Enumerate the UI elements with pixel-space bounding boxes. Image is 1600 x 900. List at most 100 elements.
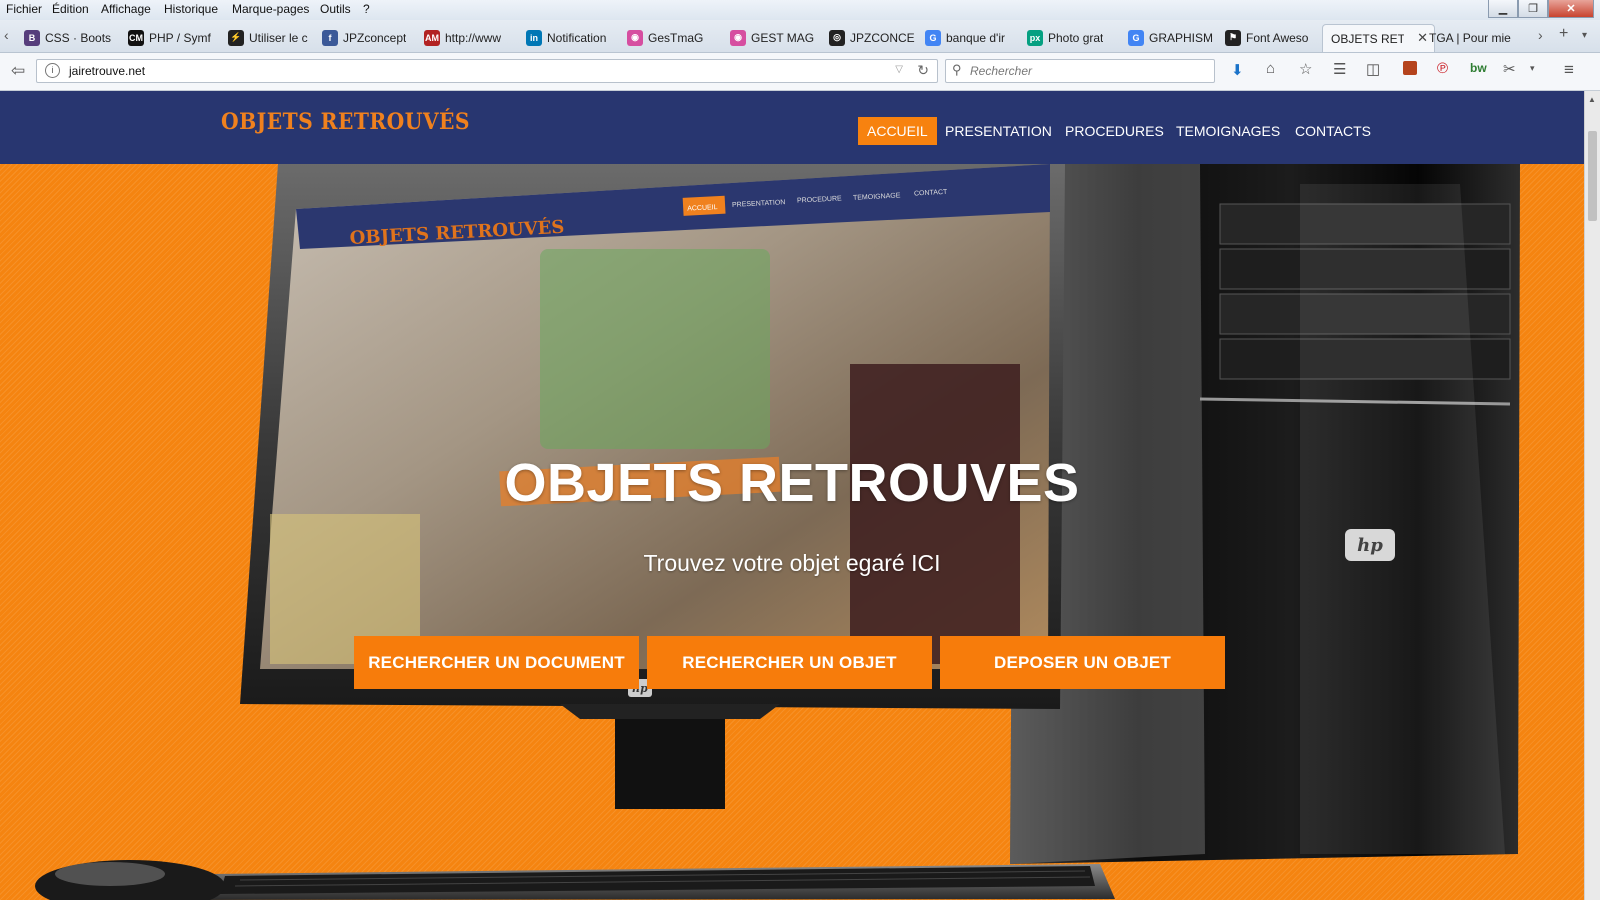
browser-tab[interactable]: f JPZconcept	[322, 24, 416, 51]
browser-tab[interactable]: CM PHP / Symf	[128, 24, 220, 51]
download-icon[interactable]: ⬇	[1231, 61, 1244, 79]
tab-favicon-icon: ◉	[730, 29, 746, 46]
extension-icon[interactable]	[1403, 61, 1417, 75]
tab-favicon-icon: px	[1027, 29, 1043, 46]
menu-edition[interactable]: Édition	[52, 2, 89, 16]
tab-favicon-icon: G	[1128, 29, 1144, 46]
info-icon[interactable]: i	[45, 63, 60, 78]
browser-tab[interactable]: px Photo grat	[1027, 24, 1119, 51]
search-box[interactable]: ⚲ Rechercher	[945, 59, 1215, 83]
menu-marque-pages[interactable]: Marque-pages	[232, 2, 309, 16]
tab-favicon-icon: in	[526, 29, 542, 46]
computer-illustration: hp OBJETS RETROUVÉS ACCUEIL PRESENTATION…	[35, 164, 1520, 900]
reload-icon[interactable]: ↻	[917, 62, 929, 79]
browser-tab[interactable]: Gbanque d'ir	[925, 24, 1018, 51]
tab-label: OBJETS RETI	[1331, 31, 1404, 46]
deposit-object-button[interactable]: DEPOSER UN OBJET	[940, 636, 1225, 689]
browser-tab[interactable]: G GRAPHISM	[1128, 24, 1218, 51]
tab-favicon-icon: ◉	[627, 29, 643, 46]
window-controls: ▁ ❐ ✕	[1488, 0, 1594, 18]
search-icon: ⚲	[952, 62, 962, 77]
mouse	[35, 860, 225, 900]
browser-tab[interactable]: ◎ JPZCONCE	[829, 24, 917, 51]
hero-title: OBJETS RETROUVES	[504, 453, 1080, 513]
browser-tab[interactable]: ◉ GesTmaG	[627, 24, 719, 51]
browser-tab[interactable]: OBJETS RETI ✕	[1322, 24, 1435, 52]
bookmark-star-icon[interactable]: ☆	[1299, 60, 1312, 78]
url-bar[interactable]: i jairetrouve.net ▽ ↻	[36, 59, 938, 83]
tab-label: Utiliser le c	[249, 30, 308, 45]
browser-tab[interactable]: TGA | Pour mie	[1429, 24, 1534, 51]
menu-bar: Fichier Édition Affichage Historique Mar…	[0, 0, 1600, 20]
minimize-button[interactable]: ▁	[1488, 0, 1518, 18]
tab-favicon-icon: ⚡	[228, 29, 244, 46]
maximize-button[interactable]: ❐	[1518, 0, 1548, 18]
tab-label: Font Aweso	[1246, 30, 1309, 45]
nav-procedures[interactable]: PROCEDURES	[1056, 117, 1173, 145]
menu-aide[interactable]: ?	[363, 2, 370, 16]
bookmarks-list-icon[interactable]: ☰	[1333, 60, 1346, 78]
browser-tab[interactable]: ⚡ Utiliser le c	[228, 24, 320, 51]
tab-favicon-icon: ◎	[829, 29, 845, 46]
nav-presentation[interactable]: PRESENTATION	[936, 117, 1061, 145]
browser-tab[interactable]: ◉ GEST MAG	[730, 24, 820, 51]
tab-label: PHP / Symf	[149, 30, 211, 45]
menu-affichage[interactable]: Affichage	[101, 2, 151, 16]
tab-label: banque d'ir	[946, 30, 1006, 45]
tab-label: JPZconcept	[343, 30, 407, 45]
browser-tab[interactable]: ⚑ Font Aweso	[1225, 24, 1317, 51]
tab-label: http://www	[445, 30, 502, 45]
site-logo[interactable]: OBJETS RETROUVÉS	[221, 109, 470, 135]
tab-close-icon[interactable]: ✕	[1417, 30, 1428, 46]
tower-pc: hp	[1010, 164, 1520, 864]
browser-tab[interactable]: B CSS · Boots	[24, 24, 120, 51]
tab-favicon-icon: AM	[424, 29, 440, 46]
close-window-button[interactable]: ✕	[1548, 0, 1594, 18]
tab-label: CSS · Boots	[45, 30, 112, 45]
screenshot-extension-icon[interactable]: ✂	[1503, 60, 1516, 78]
browser-tab[interactable]: in Notification	[526, 24, 618, 51]
new-tab-icon[interactable]: +	[1559, 25, 1568, 43]
search-placeholder: Rechercher	[970, 64, 1033, 78]
site-header: OBJETS RETROUVÉS ACCUEIL PRESENTATION PR…	[0, 91, 1584, 164]
tab-favicon-icon: B	[24, 29, 40, 46]
home-icon[interactable]: ⌂	[1266, 60, 1275, 77]
menu-fichier[interactable]: Fichier	[6, 2, 42, 16]
hamburger-menu-icon[interactable]: ≡	[1564, 60, 1574, 80]
url-dropdown-icon[interactable]: ▽	[895, 64, 903, 75]
tab-favicon-icon: G	[925, 29, 941, 46]
back-arrow-icon[interactable]: ⇦	[11, 61, 25, 81]
tabs-scroll-right-icon[interactable]: ›	[1538, 27, 1543, 43]
search-object-button[interactable]: RECHERCHER UN OBJET	[647, 636, 932, 689]
page-scrollbar[interactable]: ▲	[1584, 91, 1600, 900]
tab-label: GEST MAG	[751, 30, 815, 45]
nav-temoignages[interactable]: TEMOIGNAGES	[1167, 117, 1289, 145]
tab-strip: ‹ B CSS · Boots CM PHP / Symf ⚡ Utiliser le c…	[0, 20, 1600, 53]
scroll-up-icon[interactable]: ▲	[1588, 95, 1596, 104]
menu-historique[interactable]: Historique	[164, 2, 218, 16]
bw-extension-icon[interactable]: bw	[1470, 61, 1487, 75]
tabs-scroll-left-icon[interactable]: ‹	[4, 27, 9, 43]
tab-list-chevron-icon[interactable]: ▾	[1582, 30, 1587, 41]
url-text[interactable]: jairetrouve.net	[69, 64, 145, 78]
pocket-icon[interactable]: ◫	[1366, 60, 1380, 78]
scrollbar-thumb[interactable]	[1588, 131, 1597, 221]
search-document-button[interactable]: RECHERCHER UN DOCUMENT	[354, 636, 639, 689]
page-viewport: OBJETS RETROUVÉS ACCUEIL PRESENTATION PR…	[0, 91, 1584, 900]
tab-label: Photo grat	[1048, 30, 1104, 45]
nav-accueil[interactable]: ACCUEIL	[858, 117, 937, 145]
menu-outils[interactable]: Outils	[320, 2, 351, 16]
toolbar-dropdown-icon[interactable]: ▾	[1530, 63, 1535, 74]
tab-favicon-icon: CM	[128, 29, 144, 46]
pinterest-icon[interactable]: ℗	[1437, 60, 1448, 77]
tab-label: GesTmaG	[648, 30, 704, 45]
nav-toolbar: ⇦ i jairetrouve.net ▽ ↻ ⚲ Rechercher ⬇ ⌂…	[0, 53, 1600, 91]
keyboard	[195, 864, 1115, 900]
tab-favicon-icon: ⚑	[1225, 29, 1241, 46]
hero-subtitle: Trouvez votre objet egaré ICI	[643, 550, 941, 576]
browser-tab[interactable]: AM http://www	[424, 24, 518, 51]
nav-contacts[interactable]: CONTACTS	[1286, 117, 1380, 145]
tab-label: GRAPHISM	[1149, 30, 1214, 45]
tab-label: Notification	[547, 30, 607, 45]
tab-favicon-icon: f	[322, 29, 338, 46]
